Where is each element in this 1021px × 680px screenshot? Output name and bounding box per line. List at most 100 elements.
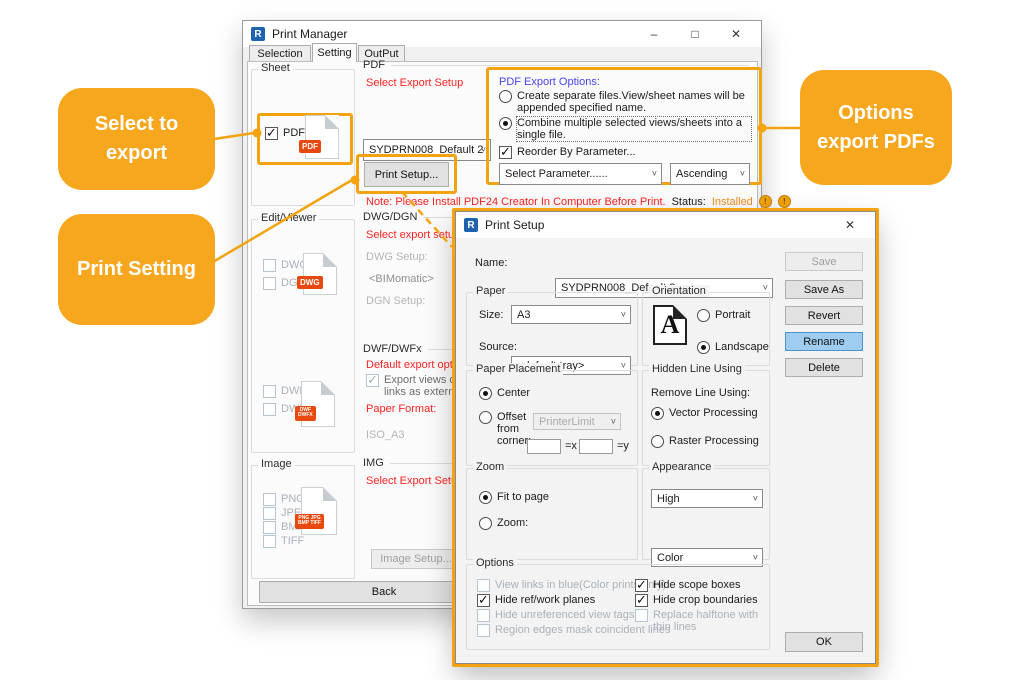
offset-radio[interactable]: [479, 411, 492, 424]
zoom-group: Zoom Fit to page Zoom:: [466, 468, 638, 560]
dwf-file-icon: DWFDWFX: [301, 381, 335, 427]
window-title: Print Manager: [272, 27, 347, 41]
quality-dropdown[interactable]: High: [651, 489, 763, 508]
image-setup-button[interactable]: Image Setup...: [371, 549, 461, 569]
region-edges-checkbox[interactable]: [477, 624, 490, 637]
size-dropdown[interactable]: A3: [511, 305, 631, 324]
hidden-line-group: Hidden Line Using Remove Line Using: Vec…: [642, 370, 770, 466]
dgn-setup-label: DGN Setup:: [366, 295, 425, 307]
zoom-radio[interactable]: [479, 517, 492, 530]
png-checkbox[interactable]: [263, 493, 276, 506]
close-icon[interactable]: ✕: [719, 22, 753, 46]
pdf-export-options-title: PDF Export Options:: [499, 76, 751, 88]
pdf-checkbox[interactable]: [265, 127, 278, 140]
hide-ref-planes-checkbox-row[interactable]: Hide ref/work planes: [477, 594, 595, 607]
png-checkbox-row[interactable]: PNG: [263, 493, 305, 506]
orientation-group-label: Orientation: [649, 285, 709, 297]
vector-processing-radio-row[interactable]: Vector Processing: [651, 407, 758, 420]
source-label: Source:: [479, 341, 517, 353]
combine-files-radio-row[interactable]: Combine multiple selected views/sheets i…: [499, 117, 751, 141]
dwg-select-export-label: Select export setup:: [366, 229, 463, 241]
pdf-file-icon: PDF: [305, 115, 339, 159]
dwf-checkbox-row[interactable]: DWF: [263, 385, 306, 398]
dwg-checkbox-row[interactable]: DWG: [263, 259, 308, 272]
hide-crop-boundaries-checkbox-row[interactable]: Hide crop boundaries: [635, 594, 758, 607]
center-radio-row[interactable]: Center: [479, 387, 530, 400]
export-views-checkbox[interactable]: [366, 374, 379, 387]
name-label: Name:: [475, 257, 507, 269]
separate-files-radio-row[interactable]: Create separate files.View/sheet names w…: [499, 90, 751, 114]
orientation-page-icon: A: [653, 305, 687, 345]
offset-x-input[interactable]: [527, 439, 561, 454]
status-label: Status:: [672, 196, 706, 208]
dwfx-checkbox[interactable]: [263, 403, 276, 416]
dwf-file-icon-tag: DWFDWFX: [295, 406, 316, 422]
callout-select-to-export: Select to export: [58, 88, 215, 190]
revert-button[interactable]: Revert: [785, 306, 863, 325]
zoom-radio-row[interactable]: Zoom:: [479, 517, 528, 530]
replace-halftone-checkbox-row[interactable]: Replace halftone with thin lines: [635, 609, 769, 633]
jpeg-checkbox[interactable]: [263, 507, 276, 520]
hide-crop-boundaries-checkbox[interactable]: [635, 594, 648, 607]
sort-order-dropdown[interactable]: Ascending: [670, 163, 750, 185]
raster-processing-radio[interactable]: [651, 435, 664, 448]
remove-line-label: Remove Line Using:: [651, 387, 750, 399]
dwg-file-icon: DWG: [303, 253, 337, 295]
reorder-checkbox[interactable]: [499, 146, 512, 159]
combine-files-radio[interactable]: [499, 117, 512, 130]
hide-view-tags-checkbox[interactable]: [477, 609, 490, 622]
zoom-radio-label: Zoom:: [497, 517, 528, 529]
rename-button[interactable]: Rename: [785, 332, 863, 351]
dwg-setup-label: DWG Setup:: [366, 251, 428, 263]
parameter-dropdown[interactable]: Select Parameter......: [499, 163, 662, 185]
view-links-checkbox[interactable]: [477, 579, 490, 592]
reorder-checkbox-row[interactable]: Reorder By Parameter...: [499, 146, 751, 159]
options-group: Options View links in blue(Color prints …: [466, 564, 770, 650]
close-icon[interactable]: ✕: [833, 213, 867, 237]
pdf-checkbox-row[interactable]: PDF: [265, 127, 305, 140]
tab-selection[interactable]: Selection: [249, 45, 311, 62]
delete-button[interactable]: Delete: [785, 358, 863, 377]
hide-scope-boxes-checkbox[interactable]: [635, 579, 648, 592]
print-setup-titlebar: R Print Setup ✕: [456, 212, 875, 238]
tiff-checkbox[interactable]: [263, 535, 276, 548]
select-export-setup-label: Select Export Setup: [366, 77, 463, 89]
offset-dropdown[interactable]: PrinterLimit: [533, 413, 621, 430]
tab-setting[interactable]: Setting: [312, 43, 357, 62]
hide-view-tags-checkbox-row[interactable]: Hide unreferenced view tags: [477, 609, 634, 622]
offset-y-input[interactable]: [579, 439, 613, 454]
maximize-icon[interactable]: □: [678, 22, 712, 46]
landscape-radio-row[interactable]: Landscape: [697, 341, 769, 354]
save-button[interactable]: Save: [785, 252, 863, 271]
hide-scope-boxes-checkbox-row[interactable]: Hide scope boxes: [635, 579, 740, 592]
replace-halftone-checkbox[interactable]: [635, 609, 648, 622]
paper-placement-group-label: Paper Placement: [473, 363, 563, 375]
dwg-setup-value: <BIMomatic>: [369, 273, 434, 285]
fit-to-page-radio[interactable]: [479, 491, 492, 504]
minimize-icon[interactable]: –: [637, 22, 671, 46]
dwf-checkbox[interactable]: [263, 385, 276, 398]
raster-processing-radio-row[interactable]: Raster Processing: [651, 435, 759, 448]
dwg-checkbox[interactable]: [263, 259, 276, 272]
dgn-checkbox[interactable]: [263, 277, 276, 290]
save-as-button[interactable]: Save As: [785, 280, 863, 299]
print-setup-button[interactable]: Print Setup...: [364, 162, 449, 187]
ok-button[interactable]: OK: [785, 632, 863, 652]
fit-to-page-radio-row[interactable]: Fit to page: [479, 491, 549, 504]
paper-format-value: ISO_A3: [366, 429, 405, 441]
print-setup-dialog: R Print Setup ✕ Name: SYDPRN008_Default …: [455, 211, 876, 664]
warning-icon[interactable]: !: [778, 195, 791, 208]
separate-files-radio[interactable]: [499, 90, 512, 103]
portrait-radio-row[interactable]: Portrait: [697, 309, 750, 322]
landscape-radio[interactable]: [697, 341, 710, 354]
hide-ref-planes-checkbox[interactable]: [477, 594, 490, 607]
export-setup-dropdown[interactable]: SYDPRN008_Default 2: [363, 139, 491, 161]
dialog-title: Print Setup: [485, 218, 544, 232]
hidden-line-group-label: Hidden Line Using: [649, 363, 745, 375]
center-radio[interactable]: [479, 387, 492, 400]
tiff-checkbox-row[interactable]: TIFF: [263, 535, 304, 548]
bmp-checkbox[interactable]: [263, 521, 276, 534]
warning-icon[interactable]: !: [759, 195, 772, 208]
portrait-radio[interactable]: [697, 309, 710, 322]
vector-processing-radio[interactable]: [651, 407, 664, 420]
